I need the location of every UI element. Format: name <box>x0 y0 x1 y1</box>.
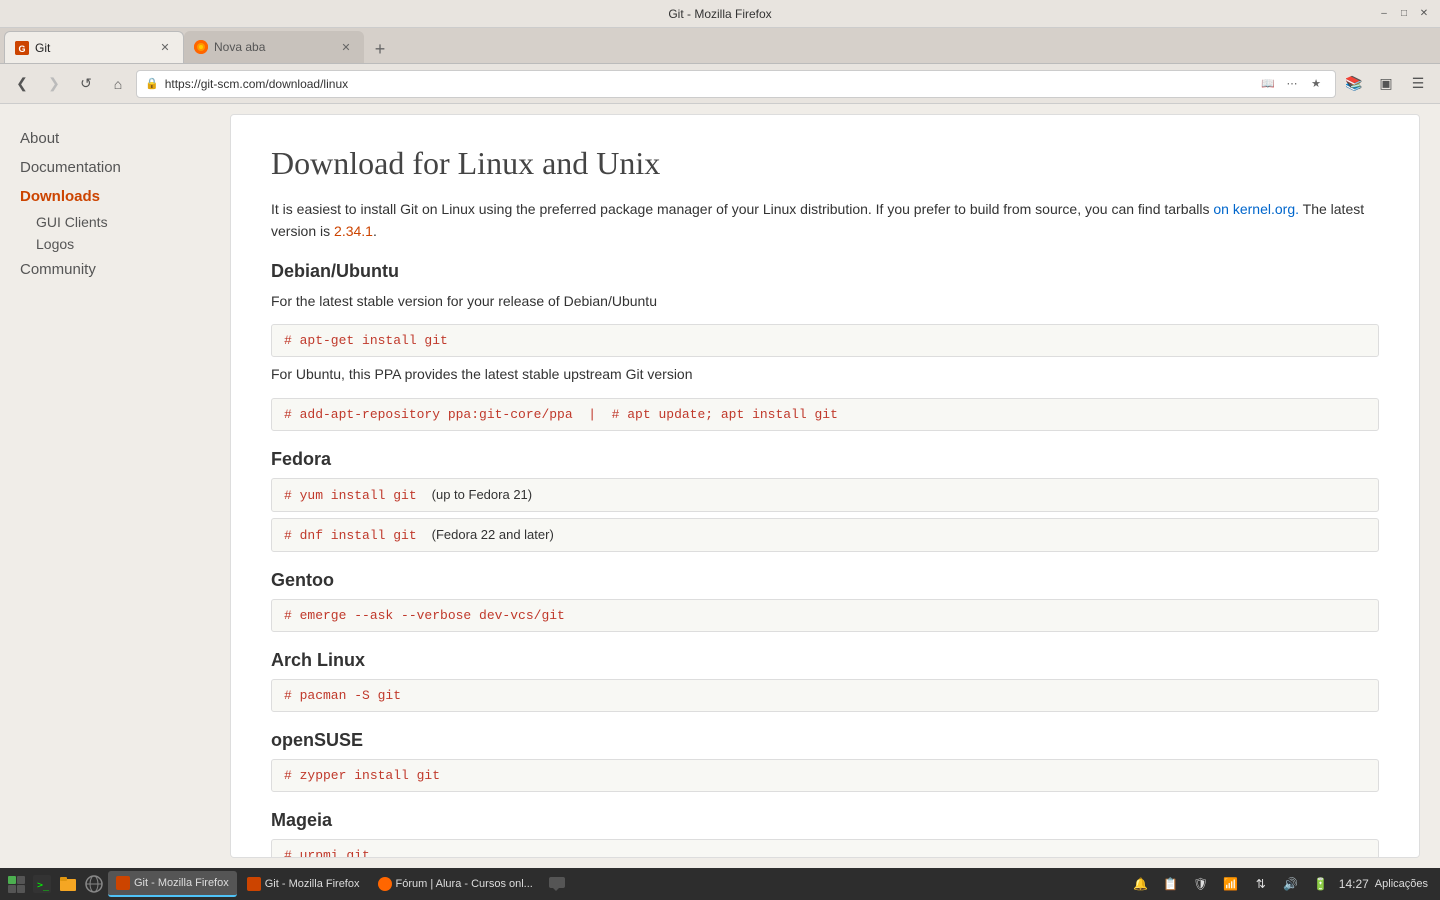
tab-nova-favicon <box>194 40 208 54</box>
back-button[interactable]: ❮ <box>8 70 36 98</box>
tab-git-label: Git <box>35 41 151 55</box>
tab-git-favicon: G <box>15 41 29 55</box>
battery-icon[interactable]: 🔋 <box>1309 872 1333 896</box>
taskbar-terminal-icon[interactable]: >_ <box>30 872 54 896</box>
version-link[interactable]: 2.34.1 <box>334 223 373 239</box>
restore-button[interactable]: □ <box>1396 6 1412 22</box>
taskbar-files-icon[interactable] <box>56 872 80 896</box>
intro-part1: It is easiest to install Git on Linux us… <box>271 201 1210 217</box>
taskbar-git-favicon2 <box>247 877 261 891</box>
taskbar-git-label2: Git - Mozilla Firefox <box>265 878 360 890</box>
systray: 🔔 📋 🛡 📶 ⇅ 🔊 🔋 14:27 Aplicações <box>1121 872 1436 896</box>
shield-icon[interactable]: 🛡 <box>1189 872 1213 896</box>
taskbar-git-label: Git - Mozilla Firefox <box>134 877 229 889</box>
taskbar-forum-favicon <box>378 877 392 891</box>
sidebar-subitem-logos[interactable]: Logos <box>20 233 210 255</box>
content-area: Download for Linux and Unix It is easies… <box>230 114 1420 858</box>
tab-git-close[interactable]: ✕ <box>157 40 173 56</box>
taskbar: >_ Git - Mozilla Firefox Git - Mozilla F… <box>0 868 1440 900</box>
taskbar-git-favicon <box>116 876 130 890</box>
code-emerge: # emerge --ask --verbose dev-vcs/git <box>271 599 1379 632</box>
code-apt-get: # apt-get install git <box>271 324 1379 357</box>
section-fedora-heading: Fedora <box>271 449 1379 470</box>
more-options-icon[interactable]: ⋯ <box>1281 73 1303 95</box>
hamburger-menu[interactable]: ☰ <box>1404 70 1432 98</box>
collections-icon[interactable]: 📚 <box>1340 70 1368 98</box>
window-title: Git - Mozilla Firefox <box>668 7 771 21</box>
applications-label[interactable]: Aplicações <box>1375 878 1428 890</box>
forward-button[interactable]: ❯ <box>40 70 68 98</box>
page-body: About Documentation Downloads GUI Client… <box>0 104 1440 868</box>
taskbar-apps-icon[interactable] <box>4 872 28 896</box>
section-debian-heading: Debian/Ubuntu <box>271 261 1379 282</box>
code-add-apt: # add-apt-repository ppa:git-core/ppa | … <box>271 398 1379 431</box>
taskbar-forum[interactable]: Fórum | Alura - Cursos onl... <box>370 871 541 897</box>
section-arch-heading: Arch Linux <box>271 650 1379 671</box>
debian-text: For the latest stable version for your r… <box>271 290 1379 312</box>
lock-icon: 🔒 <box>145 77 159 90</box>
taskbar-git-firefox-inactive[interactable]: Git - Mozilla Firefox <box>239 871 368 897</box>
page-heading: Download for Linux and Unix <box>271 145 1379 182</box>
section-gentoo-heading: Gentoo <box>271 570 1379 591</box>
tab-nova[interactable]: Nova aba ✕ <box>184 31 364 63</box>
close-button[interactable]: ✕ <box>1416 6 1432 22</box>
intro-text: It is easiest to install Git on Linux us… <box>271 198 1379 243</box>
notifications-icon[interactable]: 🔔 <box>1129 872 1153 896</box>
nav-right-buttons: 📚 ▣ ☰ <box>1340 70 1432 98</box>
code-dnf: # dnf install git (Fedora 22 and later) <box>271 518 1379 552</box>
volume-icon[interactable]: 🔊 <box>1279 872 1303 896</box>
window-controls: – □ ✕ <box>1376 6 1432 22</box>
tab-nova-label: Nova aba <box>214 40 332 54</box>
sidebar-icon[interactable]: ▣ <box>1372 70 1400 98</box>
nav-bar: ❮ ❯ ↺ ⌂ 🔒 https://git-scm.com/download/l… <box>0 64 1440 104</box>
code-pacman: # pacman -S git <box>271 679 1379 712</box>
titlebar: Git - Mozilla Firefox – □ ✕ <box>0 0 1440 28</box>
reload-button[interactable]: ↺ <box>72 70 100 98</box>
sidebar-subitem-gui-clients[interactable]: GUI Clients <box>20 211 210 233</box>
code-urpmi: # urpmi git <box>271 839 1379 858</box>
tab-nova-close[interactable]: ✕ <box>338 39 354 55</box>
taskbar-browser-icon[interactable] <box>82 872 106 896</box>
clipboard-icon[interactable]: 📋 <box>1159 872 1183 896</box>
sidebar: About Documentation Downloads GUI Client… <box>0 104 230 868</box>
section-mageia-heading: Mageia <box>271 810 1379 831</box>
minimize-button[interactable]: – <box>1376 6 1392 22</box>
taskbar-chat-icon[interactable] <box>545 872 569 896</box>
time-display: 14:27 <box>1339 877 1369 891</box>
url-actions: 📖 ⋯ ★ <box>1257 73 1327 95</box>
ubuntu-ppa-text: For Ubuntu, this PPA provides the latest… <box>271 363 1379 385</box>
bookmark-icon[interactable]: ★ <box>1305 73 1327 95</box>
url-text: https://git-scm.com/download/linux <box>165 77 1251 91</box>
sidebar-item-about[interactable]: About <box>20 124 210 153</box>
arrows-icon[interactable]: ⇅ <box>1249 872 1273 896</box>
code-yum: # yum install git (up to Fedora 21) <box>271 478 1379 512</box>
home-button[interactable]: ⌂ <box>104 70 132 98</box>
code-zypper: # zypper install git <box>271 759 1379 792</box>
svg-text:G: G <box>18 44 25 54</box>
taskbar-git-firefox-active[interactable]: Git - Mozilla Firefox <box>108 871 237 897</box>
wifi-icon[interactable]: 📶 <box>1219 872 1243 896</box>
sidebar-item-documentation[interactable]: Documentation <box>20 153 210 182</box>
section-opensuse-heading: openSUSE <box>271 730 1379 751</box>
reader-view-icon[interactable]: 📖 <box>1257 73 1279 95</box>
taskbar-forum-label: Fórum | Alura - Cursos onl... <box>396 878 533 890</box>
sidebar-item-community[interactable]: Community <box>20 255 210 284</box>
tab-bar: G Git ✕ Nova aba ✕ + <box>0 28 1440 64</box>
url-bar[interactable]: 🔒 https://git-scm.com/download/linux 📖 ⋯… <box>136 70 1336 98</box>
tab-git[interactable]: G Git ✕ <box>4 31 184 63</box>
new-tab-button[interactable]: + <box>366 35 394 63</box>
sidebar-item-downloads[interactable]: Downloads <box>20 182 210 211</box>
svg-text:>_: >_ <box>37 880 50 891</box>
taskbar-left-icons: >_ <box>4 872 106 896</box>
kernel-link[interactable]: on kernel.org. <box>1213 201 1299 217</box>
